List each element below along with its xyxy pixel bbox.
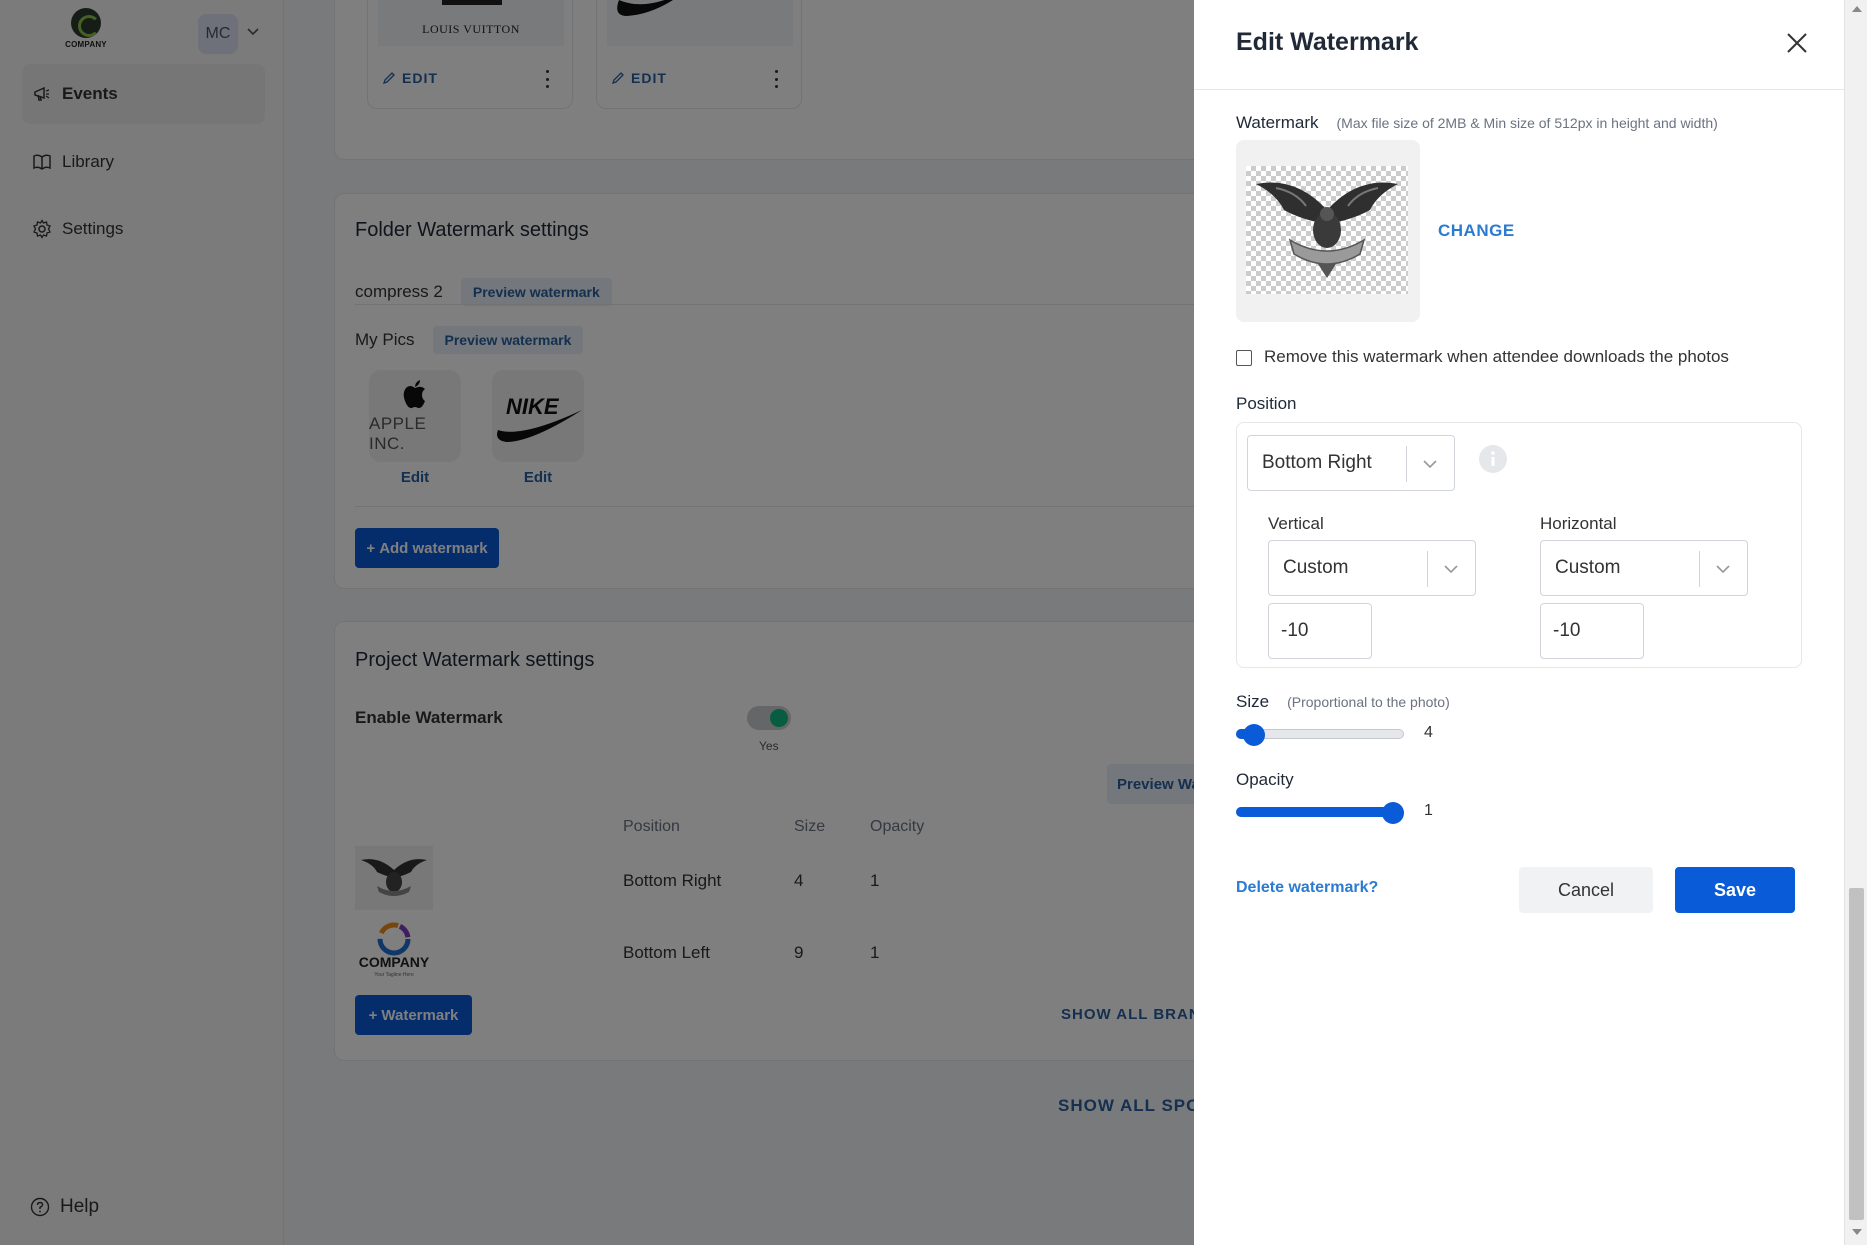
position-select-value: Bottom Right bbox=[1262, 452, 1372, 473]
close-icon[interactable] bbox=[1784, 30, 1810, 56]
remove-watermark-checkbox[interactable] bbox=[1236, 350, 1252, 366]
size-slider[interactable] bbox=[1236, 720, 1404, 748]
size-value: 4 bbox=[1424, 724, 1433, 741]
position-select[interactable]: Bottom Right bbox=[1247, 435, 1455, 491]
watermark-label: Watermark bbox=[1236, 113, 1319, 132]
change-watermark-button[interactable]: CHANGE bbox=[1438, 221, 1515, 241]
opacity-label: Opacity bbox=[1236, 770, 1294, 789]
edit-watermark-drawer: Edit Watermark Watermark (Max file size o… bbox=[1194, 0, 1844, 1245]
size-hint: (Proportional to the photo) bbox=[1287, 694, 1450, 710]
position-box: Bottom Right Vertical Custom -10 Horizon… bbox=[1236, 422, 1802, 668]
vertical-select-value: Custom bbox=[1283, 557, 1349, 578]
horizontal-select[interactable]: Custom bbox=[1540, 540, 1748, 596]
scrollbar[interactable] bbox=[1844, 0, 1867, 1245]
vertical-select[interactable]: Custom bbox=[1268, 540, 1476, 596]
drawer-header: Edit Watermark bbox=[1194, 0, 1844, 90]
horizontal-label: Horizontal bbox=[1540, 514, 1617, 533]
chevron-down-icon bbox=[1716, 565, 1730, 574]
size-label-row: Size (Proportional to the photo) bbox=[1236, 692, 1450, 712]
horizontal-offset-input[interactable]: -10 bbox=[1540, 603, 1644, 659]
slider-thumb[interactable] bbox=[1243, 724, 1265, 746]
watermark-hint: (Max file size of 2MB & Min size of 512p… bbox=[1336, 115, 1718, 131]
chevron-down-icon bbox=[1444, 565, 1458, 574]
delete-watermark-link[interactable]: Delete watermark? bbox=[1236, 879, 1378, 897]
opacity-slider[interactable] bbox=[1236, 798, 1404, 826]
watermark-preview bbox=[1236, 140, 1420, 322]
watermark-label-row: Watermark (Max file size of 2MB & Min siz… bbox=[1236, 113, 1718, 133]
drawer-title: Edit Watermark bbox=[1236, 28, 1419, 56]
save-button[interactable]: Save bbox=[1675, 867, 1795, 913]
modal-backdrop[interactable] bbox=[0, 0, 1194, 1245]
opacity-value: 1 bbox=[1424, 802, 1433, 819]
vertical-label: Vertical bbox=[1268, 514, 1324, 533]
position-label: Position bbox=[1236, 394, 1297, 413]
horizontal-select-value: Custom bbox=[1555, 557, 1621, 578]
select-divider bbox=[1699, 551, 1700, 587]
transparency-background bbox=[1246, 166, 1408, 294]
slider-thumb[interactable] bbox=[1382, 802, 1404, 824]
info-icon[interactable] bbox=[1478, 444, 1508, 474]
select-divider bbox=[1406, 446, 1407, 482]
scrollbar-thumb[interactable] bbox=[1849, 888, 1864, 1220]
eagle-logo-image bbox=[1256, 182, 1398, 278]
select-divider bbox=[1427, 551, 1428, 587]
vertical-offset-input[interactable]: -10 bbox=[1268, 603, 1372, 659]
slider-fill bbox=[1236, 807, 1393, 817]
scroll-up-icon[interactable] bbox=[1852, 6, 1862, 12]
chevron-down-icon bbox=[1423, 460, 1437, 469]
cancel-button[interactable]: Cancel bbox=[1519, 867, 1653, 913]
scroll-down-icon[interactable] bbox=[1852, 1229, 1862, 1235]
remove-watermark-label: Remove this watermark when attendee down… bbox=[1264, 347, 1729, 366]
size-label: Size bbox=[1236, 692, 1270, 711]
